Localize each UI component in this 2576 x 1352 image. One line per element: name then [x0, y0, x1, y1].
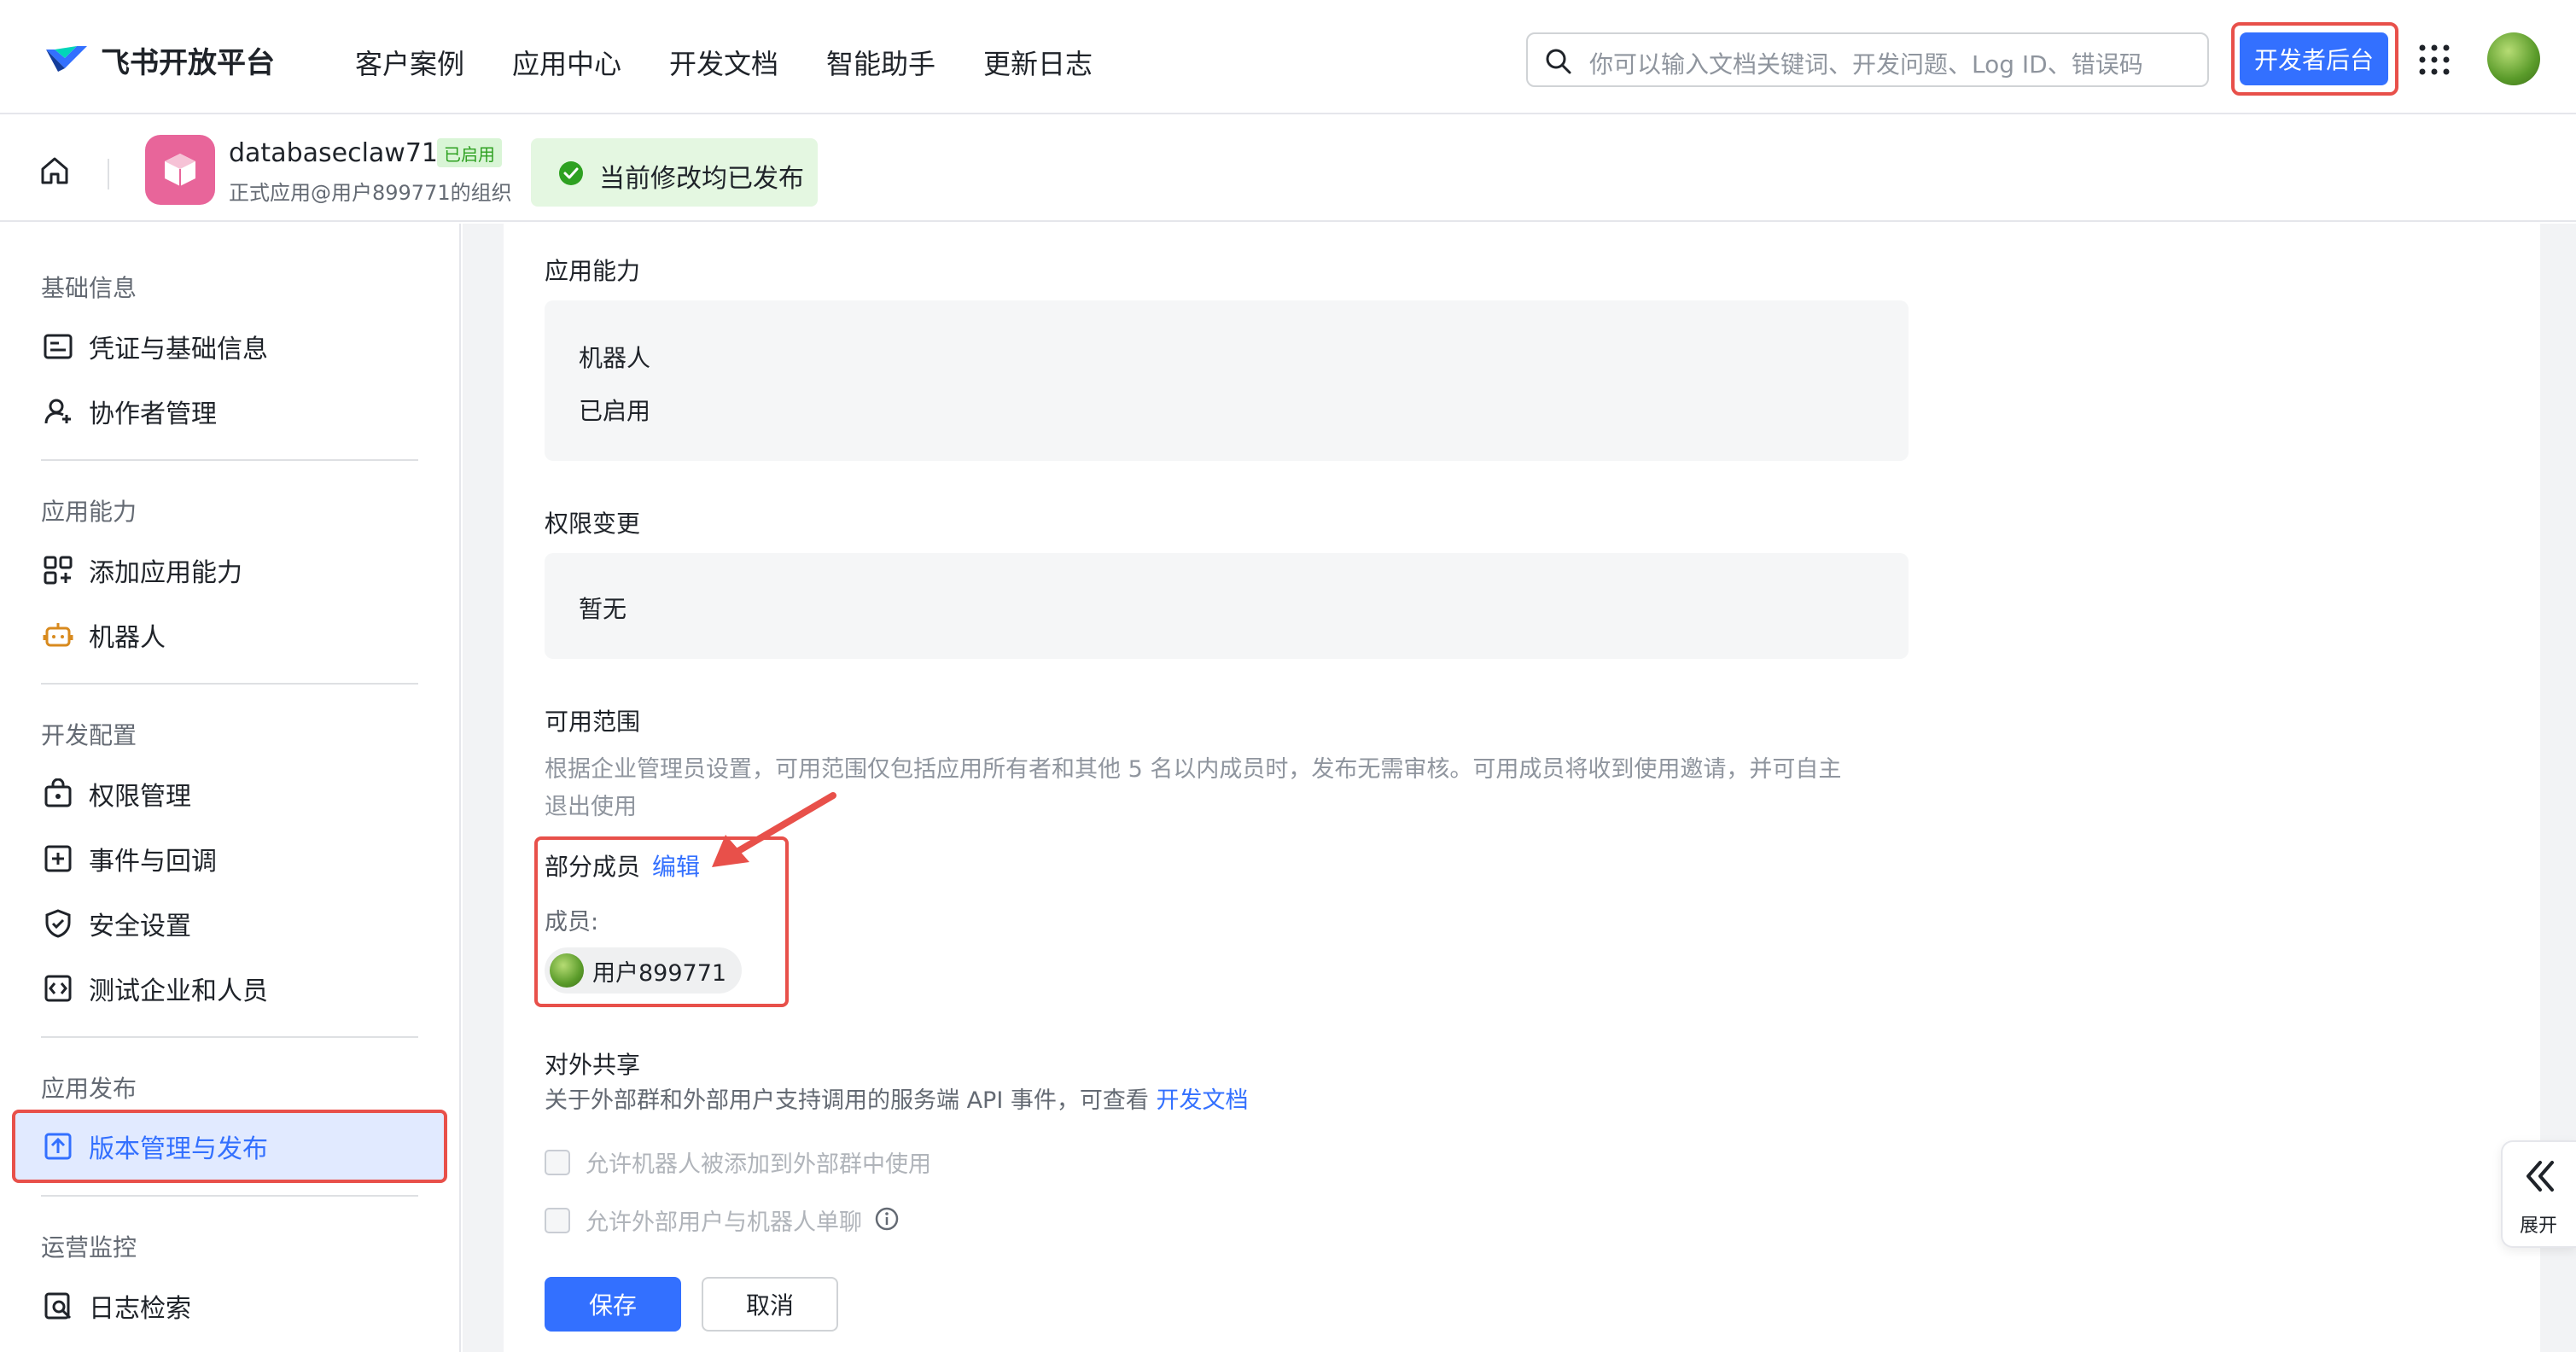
sidebar-item-add-capability[interactable]: 添加应用能力 [12, 538, 447, 603]
sidebar-section-basic: 基础信息 [41, 274, 137, 302]
sidebar-item-label: 协作者管理 [89, 399, 217, 429]
sidebar-item-version-release[interactable]: 版本管理与发布 [12, 1110, 447, 1183]
permission-change-value: 暂无 [579, 595, 627, 623]
scope-desc-line2: 退出使用 [545, 794, 637, 820]
shield-icon [41, 906, 75, 941]
sidebar-item-label: 机器人 [89, 623, 166, 653]
upload-icon [41, 1129, 75, 1163]
brand-name[interactable]: 飞书开放平台 [101, 39, 275, 81]
app-icon [145, 135, 215, 205]
sidebar-item-label: 安全设置 [89, 912, 191, 941]
sidebar-divider [41, 1195, 418, 1197]
credential-icon [41, 329, 75, 364]
sidebar-item-label: 凭证与基础信息 [89, 335, 268, 364]
app-grid-icon[interactable] [2419, 44, 2450, 79]
app-org: 正式应用@用户899771的组织 [229, 181, 512, 205]
sidebar-item-label: 事件与回调 [89, 847, 217, 877]
nav-link-customer-cases[interactable]: 客户案例 [355, 43, 464, 82]
publish-status-text: 当前修改均已发布 [599, 164, 804, 194]
external-share-title: 对外共享 [545, 1051, 641, 1079]
checkbox[interactable] [545, 1207, 570, 1233]
sidebar-item-collaborators[interactable]: 协作者管理 [12, 379, 447, 444]
dev-console-button[interactable]: 开发者后台 [2240, 32, 2388, 85]
feishu-logo-icon[interactable] [43, 38, 90, 79]
option-label: 允许外部用户与机器人单聊 [586, 1209, 862, 1236]
scope-title: 可用范围 [545, 708, 641, 736]
sidebar-section-monitor: 运营监控 [41, 1233, 137, 1262]
nav-link-changelog[interactable]: 更新日志 [983, 43, 1093, 82]
nav-link-ai-assistant[interactable]: 智能助手 [826, 43, 935, 82]
check-circle-icon [558, 160, 584, 189]
nav-link-app-center[interactable]: 应用中心 [512, 43, 621, 82]
sidebar-item-log-search[interactable]: 日志检索 [12, 1273, 447, 1338]
sidebar-item-test-org[interactable]: 测试企业和人员 [12, 956, 447, 1021]
sidebar-item-label: 权限管理 [89, 782, 191, 812]
expand-label: 展开 [2520, 1215, 2558, 1237]
sidebar-item-security[interactable]: 安全设置 [12, 891, 447, 956]
members-label: 成员: [545, 909, 599, 935]
app-name: databaseclaw713 [229, 138, 455, 168]
scope-desc-line1: 根据企业管理员设置，可用范围仅包括应用所有者和其他 5 名以内成员时，发布无需审… [545, 756, 1842, 783]
external-share-desc: 关于外部群和外部用户支持调用的服务端 API 事件，可查看 开发文档 [545, 1082, 1248, 1120]
external-share-desc-text: 关于外部群和外部用户支持调用的服务端 API 事件，可查看 [545, 1087, 1149, 1114]
app-header: databaseclaw713 已启用 正式应用@用户899771的组织 当前修… [0, 116, 2576, 222]
status-badge: 已启用 [437, 138, 502, 167]
user-avatar[interactable] [2487, 32, 2540, 85]
search-icon [1545, 48, 1572, 79]
permission-change-title: 权限变更 [545, 510, 641, 538]
sidebar: 基础信息 凭证与基础信息 协作者管理 应用能力 添加应用能力 机器人 开发配置 … [0, 224, 461, 1352]
capability-box: 机器人 已启用 [545, 300, 1909, 461]
annotation-arrow-icon [700, 785, 836, 874]
sidebar-item-robot[interactable]: 机器人 [12, 603, 447, 667]
home-icon[interactable] [38, 154, 72, 191]
double-chevron-left-icon [2521, 1157, 2559, 1198]
top-navigation-bar: 飞书开放平台 客户案例 应用中心 开发文档 智能助手 更新日志 你可以输入文档关… [0, 0, 2576, 114]
sidebar-item-permissions[interactable]: 权限管理 [12, 761, 447, 826]
cancel-button[interactable]: 取消 [702, 1277, 838, 1332]
partial-members-label: 部分成员 [545, 853, 641, 881]
permission-icon [41, 777, 75, 811]
sidebar-item-label: 版本管理与发布 [89, 1134, 268, 1164]
header-divider [108, 159, 109, 189]
checkbox[interactable] [545, 1149, 570, 1175]
option-external-dm[interactable]: 允许外部用户与机器人单聊 [545, 1203, 900, 1237]
sidebar-item-credentials[interactable]: 凭证与基础信息 [12, 314, 447, 379]
log-search-icon [41, 1289, 75, 1323]
sidebar-section-release: 应用发布 [41, 1075, 137, 1103]
sidebar-item-events[interactable]: 事件与回调 [12, 826, 447, 891]
dev-docs-link[interactable]: 开发文档 [1156, 1087, 1248, 1114]
option-label: 允许机器人被添加到外部群中使用 [586, 1151, 931, 1178]
collaborator-icon [41, 394, 75, 428]
sidebar-section-capability: 应用能力 [41, 498, 137, 526]
event-icon [41, 842, 75, 876]
search-input[interactable]: 你可以输入文档关键词、开发问题、Log ID、错误码 [1526, 32, 2209, 87]
sidebar-section-dev-config: 开发配置 [41, 721, 137, 749]
capability-status: 已启用 [579, 397, 651, 425]
sidebar-item-label: 测试企业和人员 [89, 976, 268, 1006]
test-icon [41, 971, 75, 1005]
robot-icon [41, 618, 75, 652]
publish-status-banner: 当前修改均已发布 [531, 138, 818, 207]
info-icon[interactable] [874, 1206, 900, 1235]
add-capability-icon [41, 553, 75, 587]
sidebar-divider [41, 459, 418, 461]
search-placeholder: 你可以输入文档关键词、开发问题、Log ID、错误码 [1589, 50, 2143, 79]
option-bot-external-group[interactable]: 允许机器人被添加到外部群中使用 [545, 1145, 931, 1179]
sidebar-divider [41, 683, 418, 685]
avatar [550, 953, 584, 988]
nav-link-dev-docs[interactable]: 开发文档 [669, 43, 778, 82]
permission-change-box: 暂无 [545, 553, 1909, 659]
sidebar-item-label: 添加应用能力 [89, 558, 242, 588]
capability-title: 应用能力 [545, 257, 641, 285]
member-name: 用户899771 [592, 959, 727, 987]
capability-robot: 机器人 [579, 344, 651, 372]
expand-panel-button[interactable]: 展开 [2501, 1140, 2576, 1248]
sidebar-divider [41, 1036, 418, 1038]
sidebar-item-label: 日志检索 [89, 1294, 191, 1324]
edit-members-link[interactable]: 编辑 [652, 848, 700, 883]
save-button[interactable]: 保存 [545, 1277, 681, 1332]
member-chip: 用户899771 [545, 947, 743, 994]
